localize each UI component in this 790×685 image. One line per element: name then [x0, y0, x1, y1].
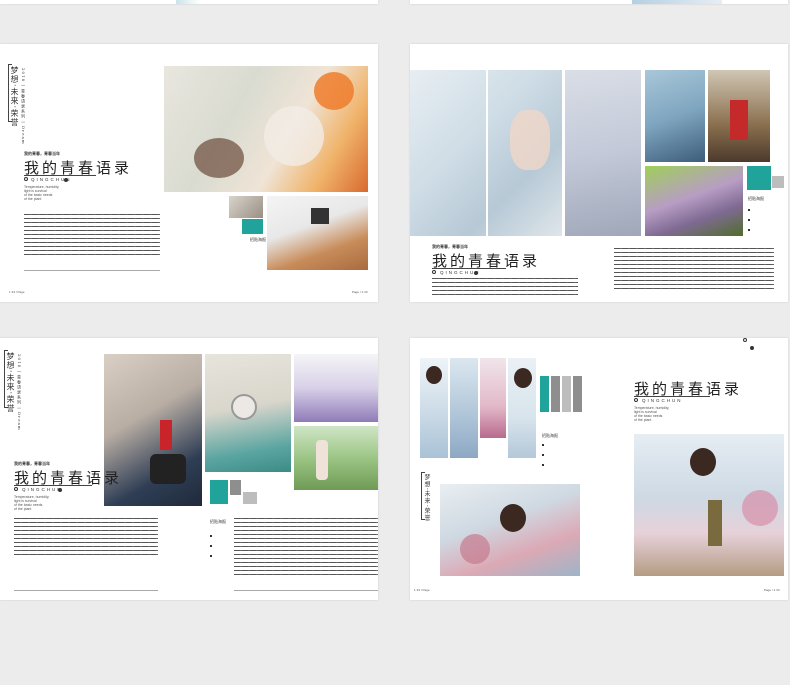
bullet: [542, 454, 544, 456]
title-rule: [634, 396, 710, 397]
bullet: [748, 219, 750, 221]
photo-pink-flowers: [480, 358, 506, 438]
photo-blossom-branch: [565, 70, 641, 236]
photo-child-bicycle: [440, 484, 580, 576]
ring-bullet: [743, 338, 747, 342]
latin-quote: Temperature, humidity, light is survival…: [14, 495, 74, 511]
ring-bullet: [24, 177, 28, 181]
bullet: [748, 229, 750, 231]
grey-square: [551, 376, 560, 412]
accent-square: [540, 376, 549, 412]
photo-girl-forest: [708, 70, 770, 162]
vertical-subtitle: 2018 | 青春语录系列 | Dream: [17, 354, 22, 431]
dot-bullet: [750, 346, 754, 350]
caption: 招贴海报: [210, 519, 226, 524]
title-rule: [14, 485, 92, 486]
title-rule: [432, 268, 506, 269]
photo-purple-iris: [294, 354, 378, 422]
romanized-title: QINGCHUN: [22, 487, 63, 492]
bullet: [210, 535, 212, 537]
title-rule: [24, 175, 96, 176]
bottom-rule: [24, 270, 160, 271]
vertical-title: 梦想·未来·荣誉: [6, 352, 15, 414]
photo-strip: [176, 0, 200, 4]
photo-child-blue-dress: [420, 358, 448, 458]
bullet: [542, 464, 544, 466]
body-text-right: [234, 518, 378, 578]
previous-spread-right: [410, 0, 788, 4]
photo-small-camera: [229, 196, 263, 218]
photo-pocket-watch-book: [205, 354, 291, 472]
spread-1: 梦想·未来·荣誉 2018 | 青春语录系列 | Dream 我的青春，青春当年…: [0, 44, 378, 302]
photo-hands-blossom: [410, 70, 562, 236]
vertical-title: 梦想·未来·荣誉: [10, 66, 19, 128]
caption: 招贴海报: [250, 237, 266, 242]
latin-line: of the plant: [24, 197, 42, 201]
body-text-left: [14, 518, 158, 558]
latin-line: of the plant: [634, 418, 652, 422]
latin-line: of the plant: [14, 507, 32, 511]
ring-bullet: [14, 487, 18, 491]
accent-square: [747, 166, 771, 190]
bullet: [542, 444, 544, 446]
latin-quote: Temperature, humidity, light is survival…: [24, 185, 84, 201]
grey-square: [573, 376, 582, 412]
spread-3: 梦想·未来·荣誉 2018 | 青春语录系列 | Dream 招贴海报 我的青春…: [0, 338, 378, 600]
body-text-right: [614, 248, 774, 292]
photo-girl-garden: [294, 426, 378, 490]
body-text-left: [432, 278, 578, 298]
photo-strip: [632, 0, 722, 4]
photo-child-smiling: [508, 358, 536, 458]
photo-child-sitting-flowers: [634, 434, 784, 576]
spread-4: 招贴海报 梦想·未来·荣誉 我的青春语录 QINGCHUN Temperatur…: [410, 338, 788, 600]
dot-bullet: [58, 488, 62, 492]
ring-bullet: [634, 398, 638, 402]
grey-square: [243, 492, 257, 504]
romanized-title: QINGCHUN: [642, 398, 683, 403]
grey-square: [562, 376, 571, 412]
caption: 招贴海报: [542, 433, 558, 438]
previous-spread-left: [0, 0, 378, 4]
dot-bullet: [474, 271, 478, 275]
spread-2: 招贴海报 我的青春，青春当年 我的青春语录 QINGCHUN: [410, 44, 788, 302]
bottom-rule: [234, 590, 378, 591]
grey-square: [230, 480, 241, 495]
latin-quote: Temperature, humidity, light is survival…: [634, 406, 694, 422]
body-text-left: [24, 214, 160, 258]
bullet: [748, 209, 750, 211]
accent-square: [242, 219, 263, 234]
photo-purple-flowers: [645, 166, 743, 236]
photo-girl-flowers: [645, 70, 705, 162]
bullet: [210, 545, 212, 547]
page-number-right: Page / 1·33: [352, 290, 368, 294]
photo-retro-camera-tray: [267, 196, 368, 270]
ring-bullet: [432, 270, 436, 274]
vertical-subtitle: 2018 | 青春语录系列 | Dream: [21, 68, 26, 145]
page-number-left: 1·33 / Page: [9, 290, 25, 294]
grey-square: [772, 176, 784, 188]
bottom-rule: [14, 590, 158, 591]
dot-bullet: [64, 178, 68, 182]
page-number-right: Page / 1·33: [764, 588, 780, 592]
page-number-left: 1·33 / Page: [414, 588, 430, 592]
caption: 招贴海报: [748, 196, 764, 201]
bullet: [210, 555, 212, 557]
photo-flower-vase: [450, 358, 478, 458]
vertical-title: 梦想·未来·荣誉: [423, 474, 430, 522]
accent-square: [210, 480, 228, 504]
photo-girl-lying: [164, 66, 368, 192]
